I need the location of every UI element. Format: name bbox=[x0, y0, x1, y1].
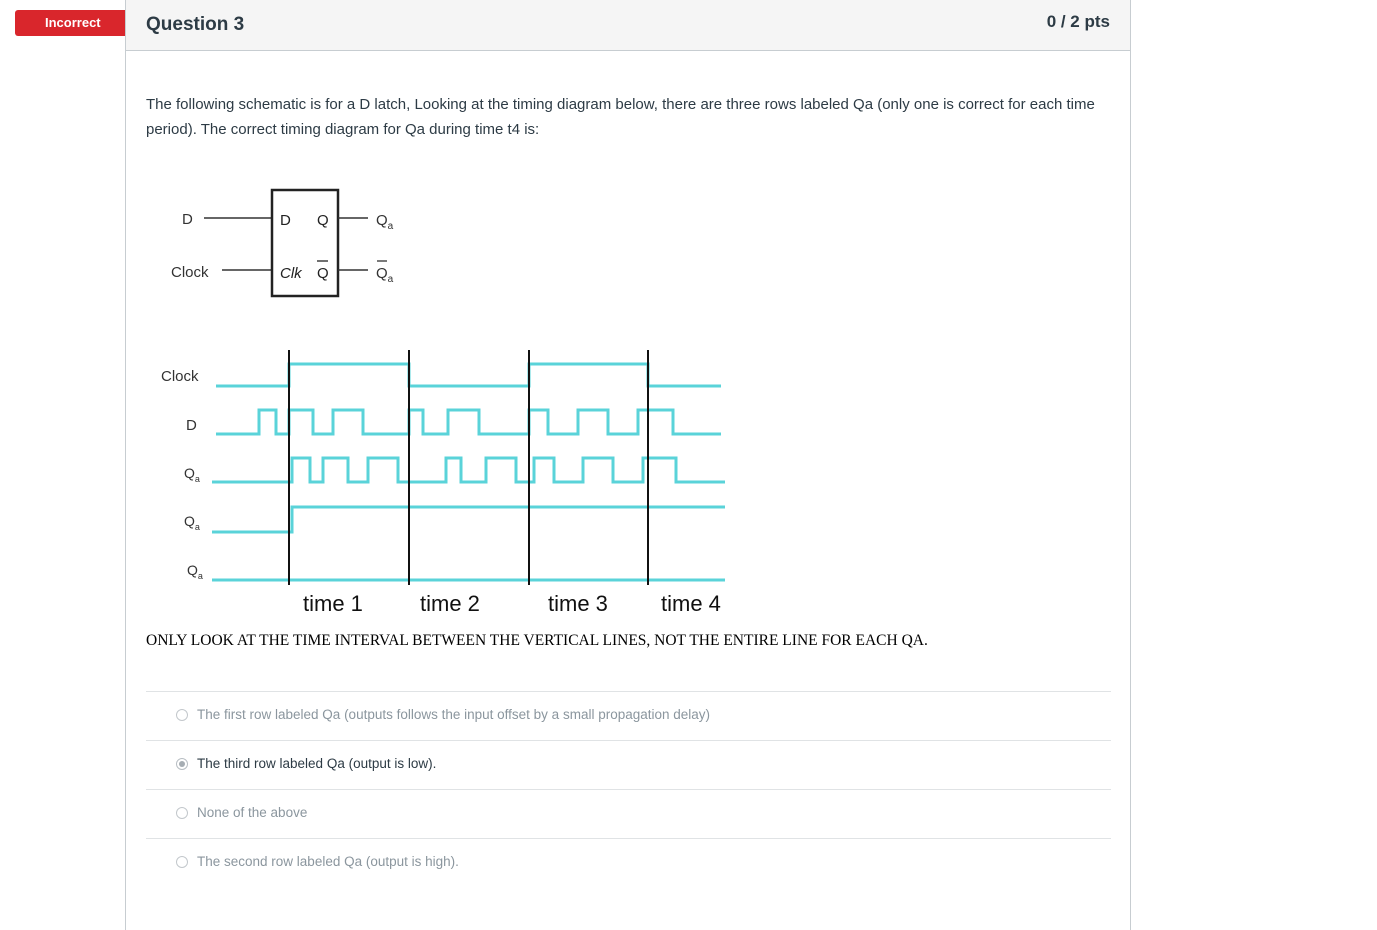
answer-list: The first row labeled Qa (outputs follow… bbox=[146, 691, 1111, 887]
latch-box-d: D bbox=[280, 212, 291, 229]
question-card: Question 3 0 / 2 pts The following schem… bbox=[125, 0, 1131, 930]
question-text: The following schematic is for a D latch… bbox=[146, 96, 1095, 138]
question-figure: D Clock D Q Clk Q Qa Qa Clock D Qa Qa Qa bbox=[156, 180, 756, 625]
answer-label: The second row labeled Qa (output is hig… bbox=[197, 854, 459, 869]
timing-label-d: D bbox=[186, 417, 197, 434]
radio-button[interactable] bbox=[176, 709, 188, 721]
waveform-clock bbox=[216, 362, 721, 388]
answer-option[interactable]: The second row labeled Qa (output is hig… bbox=[146, 838, 1111, 887]
answer-label: None of the above bbox=[197, 805, 308, 820]
radio-button-checked[interactable] bbox=[176, 758, 188, 770]
radio-button[interactable] bbox=[176, 856, 188, 868]
question-points: 0 / 2 pts bbox=[1046, 12, 1110, 31]
question-header: Question 3 0 / 2 pts bbox=[126, 0, 1130, 51]
waveform-d bbox=[216, 408, 721, 436]
timing-label-qa-1: Qa bbox=[184, 465, 200, 484]
question-note: ONLY LOOK AT THE TIME INTERVAL BETWEEN T… bbox=[146, 632, 928, 649]
answer-option-selected[interactable]: The third row labeled Qa (output is low)… bbox=[146, 740, 1111, 789]
time-label-1: time 1 bbox=[303, 591, 363, 616]
timing-label-clock: Clock bbox=[161, 368, 199, 385]
schematic-output-q: Qa bbox=[376, 212, 394, 232]
schematic-input-clock: Clock bbox=[171, 264, 209, 281]
latch-box-clk: Clk bbox=[280, 265, 303, 282]
answer-label: The third row labeled Qa (output is low)… bbox=[197, 756, 437, 771]
latch-box-q: Q bbox=[317, 212, 329, 229]
question-title: Question 3 bbox=[146, 14, 245, 35]
timing-label-qa-2: Qa bbox=[184, 513, 200, 532]
latch-box-qbar: Q bbox=[317, 265, 329, 282]
schematic-input-d: D bbox=[182, 211, 193, 228]
time-label-3: time 3 bbox=[548, 591, 608, 616]
radio-button[interactable] bbox=[176, 807, 188, 819]
status-badge: Incorrect bbox=[15, 10, 125, 36]
answer-label: The first row labeled Qa (outputs follow… bbox=[197, 707, 711, 722]
answer-option[interactable]: None of the above bbox=[146, 789, 1111, 838]
schematic-output-qbar: Qa bbox=[376, 265, 394, 285]
time-label-2: time 2 bbox=[420, 591, 480, 616]
latch-schematic-and-timing-diagram: D Clock D Q Clk Q Qa Qa Clock D Qa Qa Qa bbox=[161, 188, 725, 616]
answer-option[interactable]: The first row labeled Qa (outputs follow… bbox=[146, 691, 1111, 740]
time-label-4: time 4 bbox=[661, 591, 721, 616]
timing-label-qa-3: Qa bbox=[187, 562, 203, 581]
